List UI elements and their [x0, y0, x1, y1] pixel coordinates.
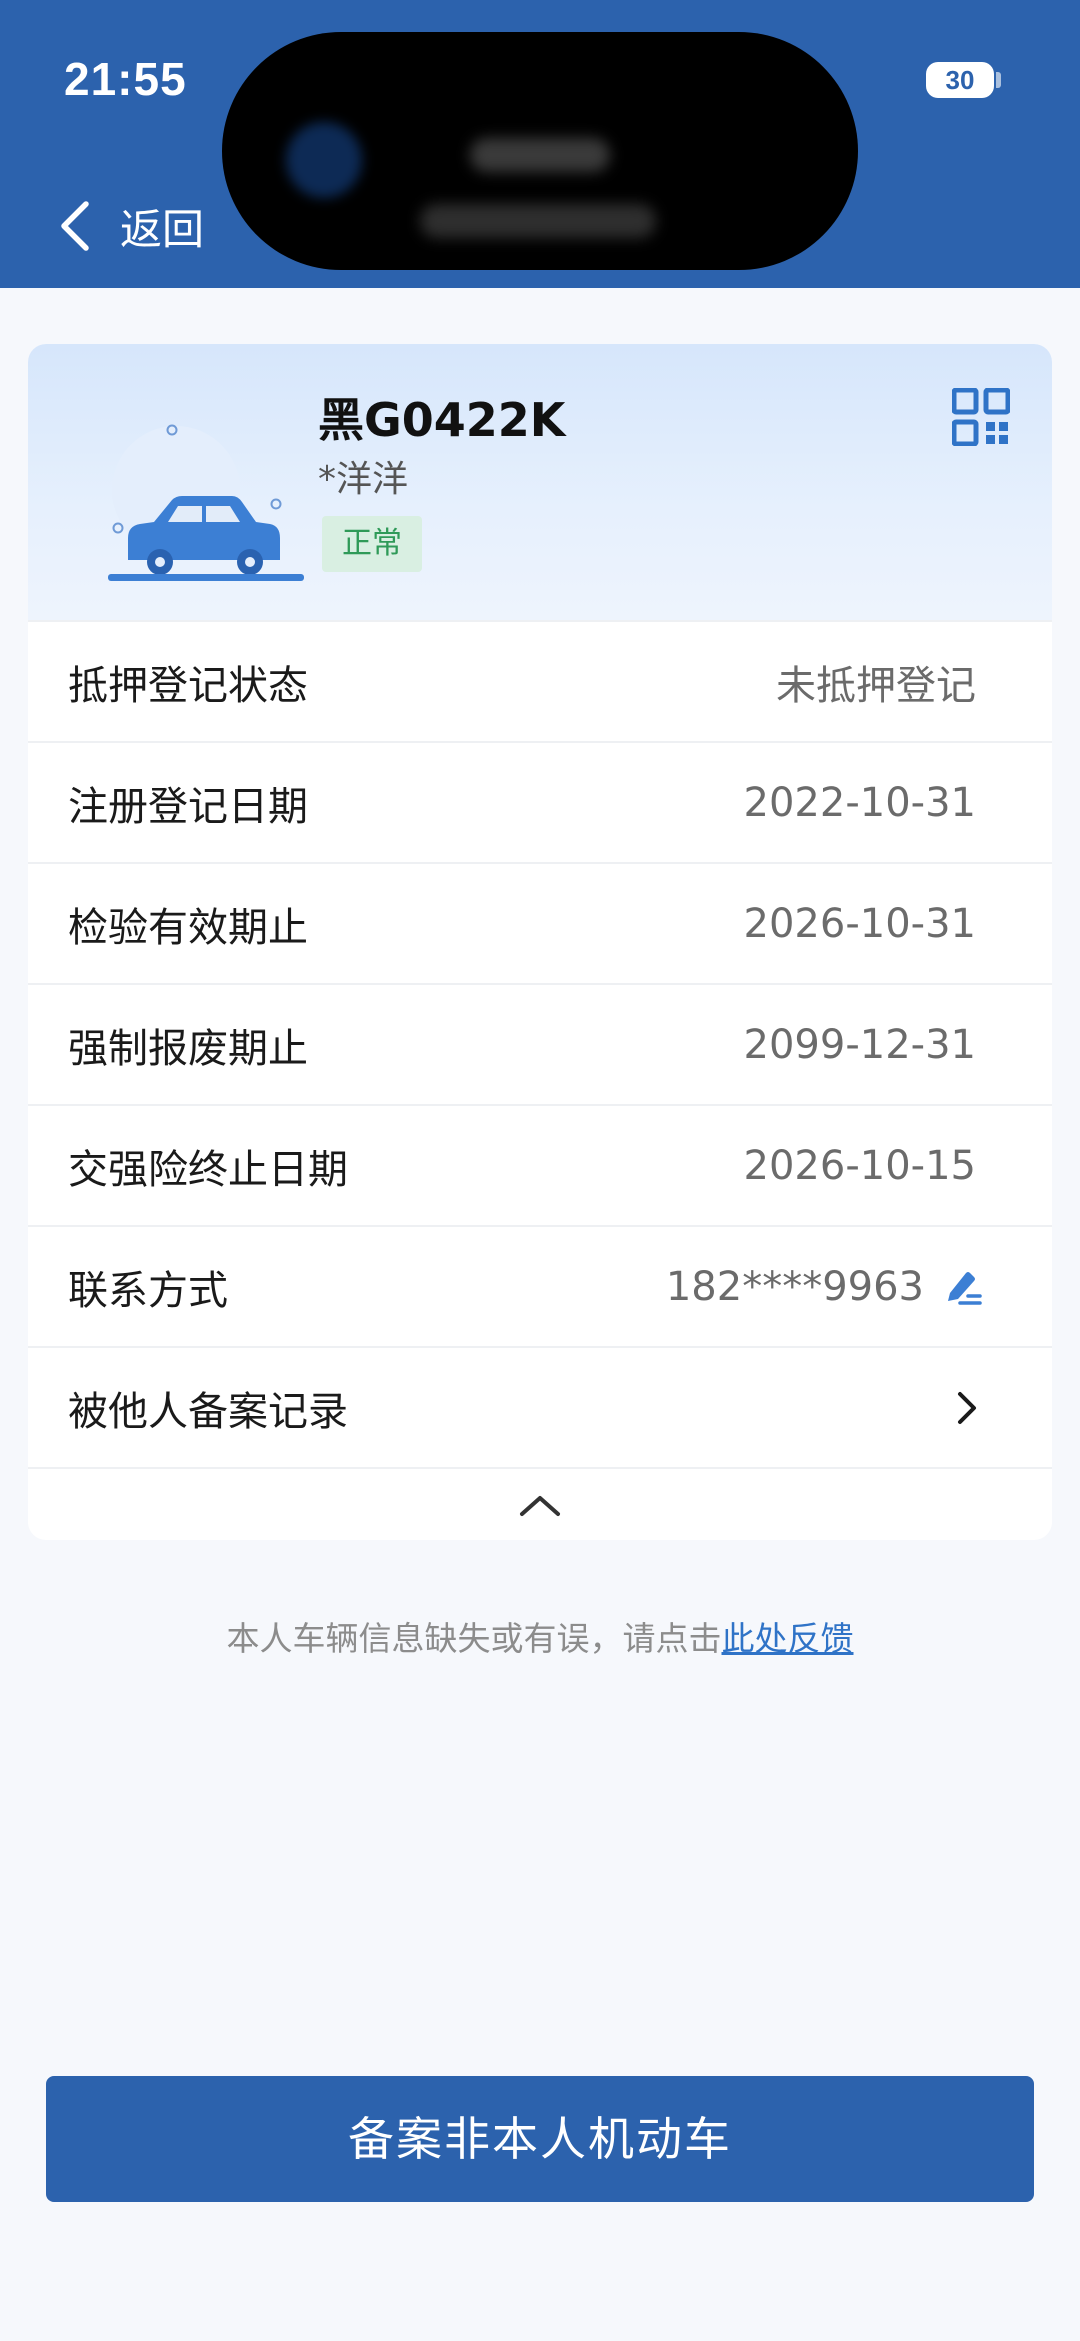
owner-name: *洋洋: [318, 459, 409, 500]
app-header: 21:55 30 返回: [0, 0, 1080, 288]
row-mortgage-status: 抵押登记状态 未抵押登记: [28, 620, 1052, 741]
contact-value-group: 182****9963: [665, 1263, 982, 1310]
row-scrap-date: 强制报废期止 2099-12-31: [28, 983, 1052, 1104]
row-insurance-expiry: 交强险终止日期 2026-10-15: [28, 1104, 1052, 1225]
row-value: 2022-10-31: [743, 779, 976, 826]
row-label: 被他人备案记录: [68, 1388, 348, 1435]
notification-app-icon: [286, 122, 362, 198]
notification-blurred-title: [470, 138, 610, 172]
status-time: 21:55: [64, 53, 187, 105]
license-plate: 黑G0422K: [318, 393, 566, 447]
row-contact: 联系方式 182****9963: [28, 1225, 1052, 1346]
vehicle-card: 黑G0422K *洋洋 正常 抵押登记状态 未抵押登记 注册登记日期 2022-…: [28, 344, 1052, 1540]
qr-code-icon[interactable]: [952, 388, 1010, 446]
row-value: 2026-10-31: [743, 900, 976, 947]
row-label: 检验有效期止: [68, 904, 308, 951]
register-other-vehicle-button[interactable]: 备案非本人机动车: [46, 2076, 1034, 2202]
row-label: 注册登记日期: [68, 783, 308, 830]
feedback-text: 本人车辆信息缺失或有误，请点击: [226, 1619, 722, 1658]
row-label: 强制报废期止: [68, 1025, 308, 1072]
row-value: 2026-10-15: [743, 1142, 976, 1189]
vehicle-detail-list: 抵押登记状态 未抵押登记 注册登记日期 2022-10-31 检验有效期止 20…: [28, 620, 1052, 1540]
battery-indicator: 30: [926, 62, 994, 98]
chevron-right-icon: [958, 1391, 976, 1424]
edit-icon[interactable]: [942, 1267, 982, 1307]
feedback-link[interactable]: 此处反馈: [722, 1619, 854, 1658]
chevron-up-icon: [520, 1496, 560, 1516]
row-label: 交强险终止日期: [68, 1146, 348, 1193]
back-label: 返回: [120, 204, 205, 254]
row-value: 2099-12-31: [743, 1021, 976, 1068]
row-label: 抵押登记状态: [68, 662, 308, 709]
row-filing-records[interactable]: 被他人备案记录: [28, 1346, 1052, 1467]
collapse-toggle[interactable]: [28, 1467, 1052, 1540]
notification-blurred-body: [420, 204, 656, 238]
row-registration-date: 注册登记日期 2022-10-31: [28, 741, 1052, 862]
row-label: 联系方式: [68, 1267, 228, 1314]
back-button[interactable]: 返回: [56, 196, 204, 256]
vehicle-summary: 黑G0422K *洋洋 正常: [28, 344, 1052, 620]
battery-tip: [996, 72, 1001, 88]
contact-phone: 182****9963: [665, 1263, 924, 1310]
car-icon: [108, 424, 304, 581]
feedback-note: 本人车辆信息缺失或有误，请点击此处反馈: [0, 1612, 1080, 1660]
row-inspection-expiry: 检验有效期止 2026-10-31: [28, 862, 1052, 983]
row-value: 未抵押登记: [776, 662, 976, 709]
status-badge: 正常: [322, 516, 422, 572]
chevron-left-icon: [61, 201, 89, 251]
